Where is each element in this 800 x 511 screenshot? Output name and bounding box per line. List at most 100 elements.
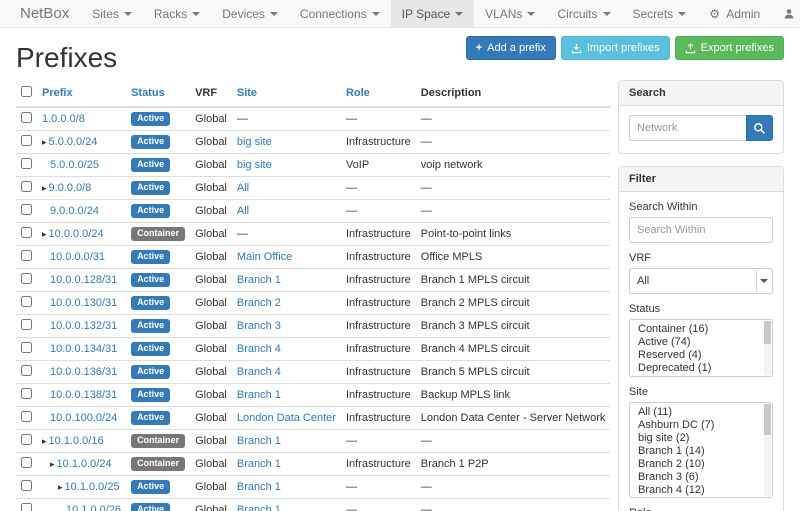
description-cell: — <box>416 107 611 131</box>
prefix-link[interactable]: 10.0.0.132/31 <box>50 320 117 332</box>
status-scrollbar[interactable] <box>764 321 771 375</box>
nav-item-connections[interactable]: Connections <box>289 0 391 27</box>
site-link[interactable]: Branch 1 <box>237 458 281 470</box>
row-checkbox[interactable] <box>21 480 32 491</box>
tree-expand-icon: ▸ <box>58 482 63 492</box>
select-option[interactable]: Branch 1 (14) <box>630 445 772 458</box>
nav-item-circuits[interactable]: Circuits <box>546 0 621 27</box>
prefix-link[interactable]: 10.0.0.0/31 <box>50 251 105 263</box>
search-input[interactable] <box>629 115 746 141</box>
prefix-link[interactable]: 10.0.0.138/31 <box>50 389 117 401</box>
site-link[interactable]: big site <box>237 159 272 171</box>
site-link[interactable]: Branch 2 <box>237 297 281 309</box>
vrf-cell: Global <box>190 361 232 384</box>
site-link[interactable]: big site <box>237 136 272 148</box>
prefix-link[interactable]: 10.0.0.130/31 <box>50 297 117 309</box>
prefix-link[interactable]: 1.0.0.0/8 <box>42 113 85 125</box>
select-option[interactable]: Active (74) <box>630 336 772 349</box>
row-checkbox[interactable] <box>21 434 32 445</box>
site-link[interactable]: Branch 1 <box>237 481 281 493</box>
site-link[interactable]: Branch 1 <box>237 504 281 511</box>
prefix-link[interactable]: 10.0.100.0/24 <box>50 412 117 424</box>
site-scrollbar[interactable] <box>764 404 771 496</box>
site-link[interactable]: Branch 4 <box>237 343 281 355</box>
select-all-checkbox[interactable] <box>21 86 32 97</box>
row-checkbox[interactable] <box>21 273 32 284</box>
column-header-role[interactable]: Role <box>341 80 416 107</box>
status-listbox[interactable]: Container (16)Active (74)Reserved (4)Dep… <box>629 319 773 377</box>
site-link[interactable]: Branch 3 <box>237 320 281 332</box>
prefix-link[interactable]: 10.0.0.128/31 <box>50 274 117 286</box>
vrf-select[interactable]: All <box>629 268 773 294</box>
prefix-link[interactable]: 10.1.0.0/26 <box>66 504 121 511</box>
import-prefixes-button[interactable]: Import prefixes <box>561 36 670 60</box>
select-option[interactable]: Branch 4 (12) <box>630 484 772 497</box>
site-link[interactable]: Branch 1 <box>237 274 281 286</box>
column-header-status[interactable]: Status <box>126 80 190 107</box>
nav-item-admin[interactable]: ⚙Admin <box>697 0 771 27</box>
prefix-link[interactable]: 10.1.0.0/25 <box>65 481 120 493</box>
site-link[interactable]: London Data Center <box>237 412 336 424</box>
nav-item-racks[interactable]: Racks <box>143 0 211 27</box>
prefix-link[interactable]: 5.0.0.0/25 <box>50 159 99 171</box>
row-checkbox[interactable] <box>21 204 32 215</box>
row-checkbox[interactable] <box>21 342 32 353</box>
row-checkbox[interactable] <box>21 457 32 468</box>
export-prefixes-button[interactable]: Export prefixes <box>675 36 784 60</box>
nav-item-devices[interactable]: Devices <box>211 0 289 27</box>
tree-indent <box>42 420 50 421</box>
add-a-prefix-button[interactable]: +Add a prefix <box>466 36 556 60</box>
description-cell: Backup MPLS link <box>416 384 611 407</box>
site-link[interactable]: Branch 1 <box>237 389 281 401</box>
row-checkbox[interactable] <box>21 365 32 376</box>
nav-item-ip-space[interactable]: IP Space <box>391 0 474 27</box>
nav-item-label: Circuits <box>557 7 597 21</box>
site-link[interactable]: All <box>237 182 249 194</box>
site-listbox[interactable]: All (11)Ashburn DC (7)big site (2)Branch… <box>629 402 773 498</box>
select-option[interactable]: Reserved (4) <box>630 349 772 362</box>
prefix-link[interactable]: 10.0.0.134/31 <box>50 343 117 355</box>
row-checkbox[interactable] <box>21 158 32 169</box>
prefix-link[interactable]: 9.0.0.0/8 <box>49 182 92 194</box>
select-option[interactable]: Ashburn DC (7) <box>630 419 772 432</box>
search-within-input[interactable] <box>629 217 773 243</box>
select-option[interactable]: Container (16) <box>630 323 772 336</box>
nav-item-sites[interactable]: Sites <box>81 0 143 27</box>
nav-item-profile[interactable]: Profile <box>771 0 800 27</box>
prefix-link[interactable]: 9.0.0.0/24 <box>50 205 99 217</box>
site-link[interactable]: Main Office <box>237 251 292 263</box>
row-checkbox[interactable] <box>21 112 32 123</box>
brand-logo[interactable]: NetBox <box>8 0 81 27</box>
row-checkbox[interactable] <box>21 388 32 399</box>
row-checkbox[interactable] <box>21 503 32 511</box>
status-badge: Active <box>131 503 170 511</box>
row-checkbox[interactable] <box>21 227 32 238</box>
prefix-link[interactable]: 10.1.0.0/24 <box>57 458 112 470</box>
column-header-prefix[interactable]: Prefix <box>37 80 126 107</box>
row-checkbox[interactable] <box>21 296 32 307</box>
select-option[interactable]: Branch 2 (10) <box>630 458 772 471</box>
site-link[interactable]: Branch 4 <box>237 366 281 378</box>
row-checkbox[interactable] <box>21 411 32 422</box>
select-option[interactable]: big site (2) <box>630 432 772 445</box>
select-option[interactable]: All (11) <box>630 406 772 419</box>
prefix-link[interactable]: 10.0.0.0/24 <box>49 228 104 240</box>
nav-item-secrets[interactable]: Secrets <box>622 0 698 27</box>
filter-panel: Filter Search Within VRF All Status Cont… <box>618 166 784 511</box>
prefix-link[interactable]: 10.1.0.0/16 <box>49 435 104 447</box>
table-row: 1.0.0.0/8ActiveGlobal——— <box>16 107 610 131</box>
select-option[interactable]: Branch 5 (7) <box>630 497 772 498</box>
select-option[interactable]: Deprecated (1) <box>630 362 772 375</box>
row-checkbox[interactable] <box>21 135 32 146</box>
select-option[interactable]: Branch 3 (6) <box>630 471 772 484</box>
row-checkbox[interactable] <box>21 250 32 261</box>
nav-item-vlans[interactable]: VLANs <box>474 0 546 27</box>
site-link[interactable]: All <box>237 205 249 217</box>
row-checkbox[interactable] <box>21 319 32 330</box>
site-link[interactable]: Branch 1 <box>237 435 281 447</box>
column-header-site[interactable]: Site <box>232 80 341 107</box>
prefix-link[interactable]: 10.0.0.136/31 <box>50 366 117 378</box>
search-button[interactable] <box>746 115 773 141</box>
prefix-link[interactable]: 5.0.0.0/24 <box>49 136 98 148</box>
row-checkbox[interactable] <box>21 181 32 192</box>
